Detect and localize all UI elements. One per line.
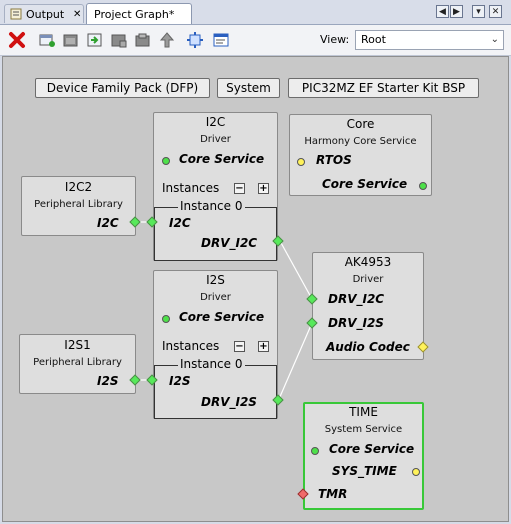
ak4953-drv-i2s-label: DRV_I2S <box>328 316 384 330</box>
i2s-instance0-title: Instance 0 <box>178 357 245 371</box>
menu-button[interactable]: ▾ <box>472 5 485 18</box>
tab-output-label: Output <box>26 8 65 21</box>
i2s-driver-sub: Driver <box>200 292 231 303</box>
tab-output[interactable]: Output ✕ <box>4 4 84 23</box>
i2c2-node[interactable]: I2C2 Peripheral Library I2C <box>21 176 136 236</box>
i2s1-node[interactable]: I2S1 Peripheral Library I2S <box>19 334 136 394</box>
dfp-pill[interactable]: Device Family Pack (DFP) <box>35 78 210 98</box>
i2s-add-instance-button[interactable]: + <box>258 341 269 352</box>
time-sub: System Service <box>324 424 403 435</box>
i2s-driver-title: I2S <box>206 273 225 287</box>
ak4953-drv-i2c-label: DRV_I2C <box>328 292 385 306</box>
i2c-instance0-title: Instance 0 <box>178 199 245 213</box>
export-icon[interactable] <box>110 31 128 49</box>
time-title: TIME <box>349 405 378 419</box>
core-title: Core <box>346 117 375 131</box>
i2c-drv-port-label: DRV_I2C <box>201 236 258 250</box>
view-select[interactable]: Root ⌄ <box>355 30 504 50</box>
i2s1-title: I2S1 <box>64 338 91 352</box>
ak4953-audio-label: Audio Codec <box>326 340 410 354</box>
i2c2-port-label: I2C <box>97 216 119 230</box>
i2c-driver-sub: Driver <box>200 134 231 145</box>
i2c-driver-node[interactable]: I2C Driver Core Service Instances − + In… <box>153 112 278 261</box>
i2s1-port-label: I2S <box>97 374 119 388</box>
group-icon[interactable] <box>62 31 80 49</box>
i2s-core-service-label: Core Service <box>179 310 265 324</box>
rtos-port-dot[interactable] <box>297 158 305 166</box>
window-close-button[interactable]: ✕ <box>489 5 502 18</box>
i2c-instances-label: Instances <box>162 181 220 195</box>
sys-time-label: SYS_TIME <box>332 464 397 478</box>
output-icon <box>10 8 22 20</box>
system-pill[interactable]: System <box>217 78 280 98</box>
new-group-icon[interactable] <box>38 31 56 49</box>
save-icon[interactable] <box>134 31 152 49</box>
ak4953-node[interactable]: AK4953 Driver DRV_I2C DRV_I2S Audio Code… <box>312 252 424 360</box>
i2c-driver-title: I2C <box>205 115 226 129</box>
i2c-port-label: I2C <box>169 216 191 230</box>
core-service-out-dot[interactable] <box>419 182 427 190</box>
core-sub: Harmony Core Service <box>304 136 417 147</box>
i2s-remove-instance-button[interactable]: − <box>234 341 245 352</box>
i2c2-sub: Peripheral Library <box>34 199 123 210</box>
core-service-port-dot[interactable] <box>162 157 170 165</box>
properties-icon[interactable] <box>212 31 230 49</box>
ak4953-sub: Driver <box>352 274 384 285</box>
tab-bar: Output ✕ Project Graph* ◀ ▶ ▾ ✕ <box>0 0 511 25</box>
core-service-label: Core Service <box>322 177 408 191</box>
tab-project-graph-label: Project Graph* <box>94 8 175 21</box>
scroll-left-button[interactable]: ◀ <box>436 5 449 18</box>
i2s-port-label: I2S <box>169 374 191 388</box>
ak4953-title: AK4953 <box>344 255 392 269</box>
time-core-service-port-dot[interactable] <box>311 447 319 455</box>
i2c-remove-instance-button[interactable]: − <box>234 183 245 194</box>
sys-time-port-dot[interactable] <box>412 468 420 476</box>
project-graph-canvas[interactable]: Device Family Pack (DFP) System PIC32MZ … <box>2 56 509 522</box>
tab-project-graph[interactable]: Project Graph* <box>86 3 192 24</box>
time-core-service-label: Core Service <box>329 442 415 456</box>
view-label: View: <box>320 33 350 46</box>
import-icon[interactable] <box>86 31 104 49</box>
i2s-core-service-port-dot[interactable] <box>162 315 170 323</box>
i2s-drv-port-label: DRV_I2S <box>201 395 257 409</box>
fit-icon[interactable] <box>186 31 204 49</box>
delete-icon[interactable] <box>8 31 26 49</box>
chevron-down-icon: ⌄ <box>490 34 499 45</box>
tmr-label: TMR <box>318 487 348 501</box>
i2c2-title: I2C2 <box>64 180 93 194</box>
core-node[interactable]: Core Harmony Core Service RTOS Core Serv… <box>289 114 432 196</box>
toolbar: View: Root ⌄ <box>0 25 511 56</box>
i2s-driver-node[interactable]: I2S Driver Core Service Instances − + In… <box>153 270 278 419</box>
up-arrow-icon[interactable] <box>158 31 176 49</box>
rtos-label: RTOS <box>316 153 352 167</box>
i2s-instances-label: Instances <box>162 339 220 353</box>
i2c-add-instance-button[interactable]: + <box>258 183 269 194</box>
bsp-pill[interactable]: PIC32MZ EF Starter Kit BSP <box>288 78 479 98</box>
view-select-value: Root <box>361 33 386 46</box>
i2c-core-service-label: Core Service <box>179 152 265 166</box>
time-node[interactable]: TIME System Service Core Service SYS_TIM… <box>303 402 424 510</box>
close-icon[interactable]: ✕ <box>73 5 81 24</box>
i2s1-sub: Peripheral Library <box>33 357 122 368</box>
scroll-right-button[interactable]: ▶ <box>450 5 463 18</box>
